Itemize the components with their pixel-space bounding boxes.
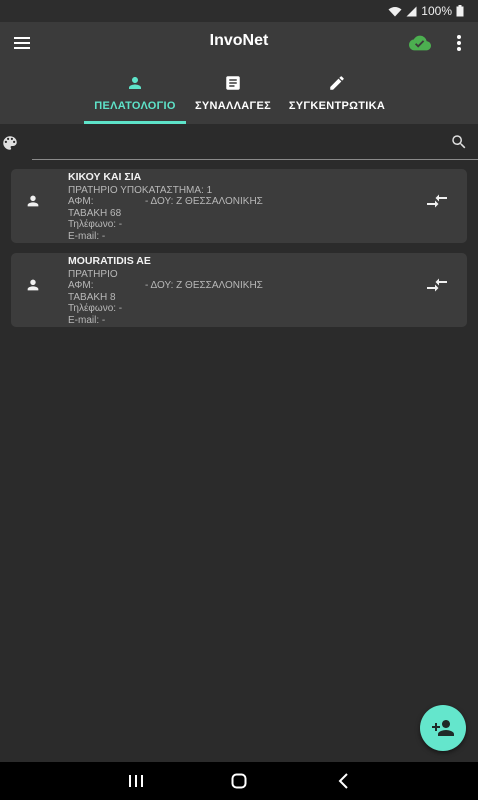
system-nav-bar <box>0 762 478 800</box>
customer-card[interactable]: ΚΙΚΟΥ ΚΑΙ ΣΙΑ ΠΡΑΤΗΡΙΟ ΥΠΟΚΑΤΑΣΤΗΜΑ: 1 Α… <box>11 169 467 243</box>
tab-transactions-label: ΣΥΝΑΛΛΑΓΕΣ <box>195 100 271 112</box>
customer-email: E-mail: - <box>68 230 106 242</box>
customer-afm: ΑΦΜ: <box>68 196 94 207</box>
customer-tax-row: ΑΦΜ: - ΔΟΥ: Ζ ΘΕΣΣΑΛΟΝΙΚΗΣ <box>68 280 407 292</box>
customer-address: ΤΑΒΑΚΗ 68 <box>68 207 122 219</box>
app-bar: InvoNet ΠΕΛΑΤΟΛΟΓΙΟ ΣΥΝΑΛΛΑΓΕΣ ΣΥΓΚΕΝΤΡΩ… <box>0 22 478 124</box>
customer-phone: Τηλέφωνο: - <box>68 219 123 230</box>
customer-afm: ΑΦΜ: <box>68 280 94 291</box>
recents-button[interactable] <box>126 772 146 790</box>
transfer-button[interactable] <box>427 277 447 293</box>
more-vert-icon <box>457 35 461 51</box>
person-icon <box>27 195 39 207</box>
customer-address: ΤΑΒΑΚΗ 8 <box>68 291 116 303</box>
cloud-check-icon <box>409 35 431 51</box>
add-customer-button[interactable] <box>420 705 466 751</box>
app-title: InvoNet <box>209 32 269 49</box>
sync-button[interactable] <box>409 32 431 54</box>
customer-card[interactable]: MOURATIDIS AE ΠΡΑΤΗΡΙΟ ΑΦΜ: - ΔΟΥ: Ζ ΘΕΣ… <box>11 253 467 327</box>
tab-summaries-label: ΣΥΓΚΕΝΤΡΩΤΙΚΑ <box>288 100 386 112</box>
customer-phone: Τηλέφωνο: - <box>68 303 123 314</box>
customer-doy: - ΔΟΥ: Ζ ΘΕΣΣΑΛΟΝΙΚΗΣ <box>145 196 263 207</box>
battery-percentage: 100% <box>421 4 452 18</box>
customer-name: ΚΙΚΟΥ ΚΑΙ ΣΙΑ <box>68 171 142 183</box>
search-icon <box>452 135 466 149</box>
customer-subtitle: ΠΡΑΤΗΡΙΟ ΥΠΟΚΑΤΑΣΤΗΜΑ: 1 <box>68 184 213 196</box>
edit-icon <box>330 76 344 90</box>
tab-customers[interactable]: ΠΕΛΑΤΟΛΟΓΙΟ <box>84 70 186 124</box>
back-button[interactable] <box>334 772 354 790</box>
customer-subtitle: ΠΡΑΤΗΡΙΟ <box>68 268 118 280</box>
battery-icon <box>456 5 464 17</box>
status-bar: 100% <box>0 0 478 22</box>
customer-doy: - ΔΟΥ: Ζ ΘΕΣΣΑΛΟΝΙΚΗΣ <box>145 280 263 291</box>
screen: 100% InvoNet ΠΕΛΑΤΟΛΟΓΙΟ ΣΥΝΑΛΛΑΓΕΣ ΣΥΓΚ… <box>0 0 478 800</box>
search-button[interactable] <box>450 133 468 151</box>
home-icon <box>231 773 247 789</box>
tab-transactions[interactable]: ΣΥΝΑΛΛΑΓΕΣ <box>190 70 276 124</box>
home-button[interactable] <box>229 772 249 790</box>
customer-info: ΚΙΚΟΥ ΚΑΙ ΣΙΑ ΠΡΑΤΗΡΙΟ ΥΠΟΚΑΤΑΣΤΗΜΑ: 1 Α… <box>68 171 407 242</box>
transfer-button[interactable] <box>427 193 447 209</box>
recents-icon <box>129 775 143 787</box>
compare-arrows-icon <box>427 278 447 292</box>
tab-summaries[interactable]: ΣΥΓΚΕΝΤΡΩΤΙΚΑ <box>288 70 386 124</box>
person-icon <box>129 77 141 89</box>
compare-arrows-icon <box>427 194 447 208</box>
customer-email: E-mail: - <box>68 314 106 326</box>
tab-bar: ΠΕΛΑΤΟΛΟΓΙΟ ΣΥΝΑΛΛΑΓΕΣ ΣΥΓΚΕΝΤΡΩΤΙΚΑ <box>0 70 478 124</box>
signal-icon <box>406 6 417 16</box>
palette-icon <box>3 136 17 150</box>
more-options-button[interactable] <box>450 32 468 54</box>
search-underline <box>32 159 478 160</box>
customer-info: MOURATIDIS AE ΠΡΑΤΗΡΙΟ ΑΦΜ: - ΔΟΥ: Ζ ΘΕΣ… <box>68 255 407 326</box>
person-icon <box>27 279 39 291</box>
customer-tax-row: ΑΦΜ: - ΔΟΥ: Ζ ΘΕΣΣΑΛΟΝΙΚΗΣ <box>68 196 407 208</box>
wifi-icon <box>388 6 402 16</box>
person-add-icon <box>432 720 454 736</box>
active-tab-indicator <box>84 121 186 124</box>
receipt-icon <box>226 76 240 90</box>
search-input[interactable] <box>32 132 436 158</box>
back-icon <box>338 773 348 789</box>
customer-name: MOURATIDIS AE <box>68 255 151 267</box>
tab-customers-label: ΠΕΛΑΤΟΛΟΓΙΟ <box>94 100 176 112</box>
filter-button[interactable] <box>1 134 19 152</box>
